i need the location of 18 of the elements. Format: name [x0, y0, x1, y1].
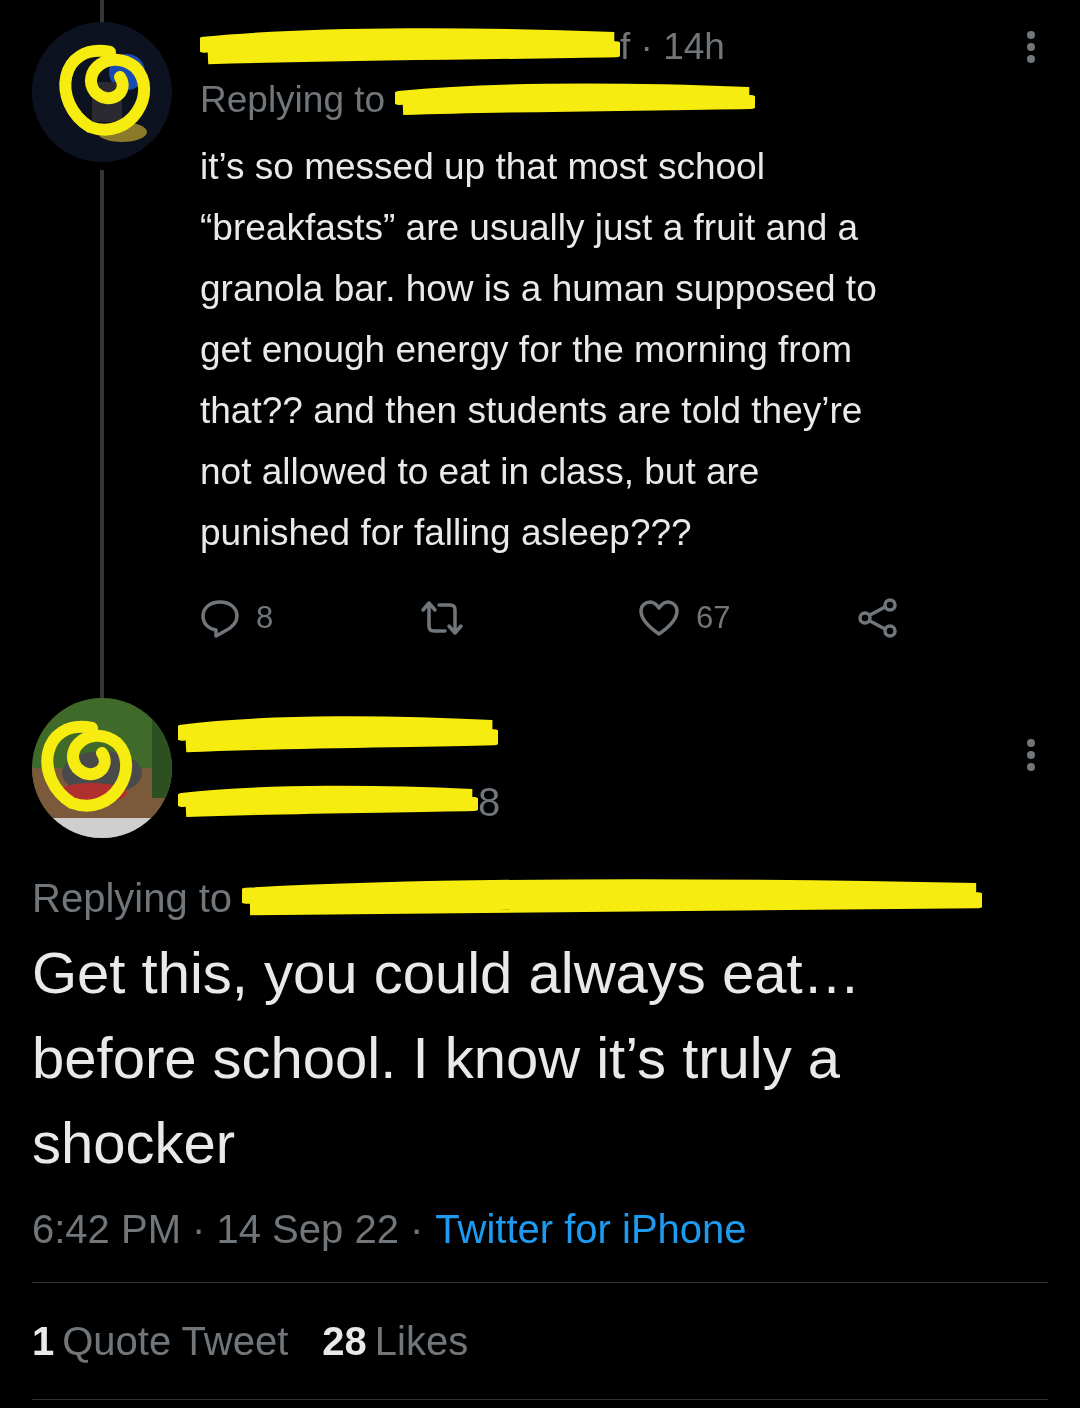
reply-count: 8	[256, 600, 274, 636]
tweet-text: Get this, you could always eat… before school. I know it’s truly a shocker	[32, 939, 862, 1177]
replying-to-label: Replying to	[200, 79, 386, 121]
retweet-icon[interactable]	[419, 600, 465, 636]
share-icon[interactable]	[857, 598, 899, 638]
more-options-icon[interactable]	[1026, 30, 1036, 64]
engagement-stat[interactable]: 1 Quote Tweet	[32, 1318, 289, 1364]
tweet-text: it’s so messed up that most school “breakfasts” are usually just a fruit and a granola bar. how is a human supposed to get enough energy for the morning from that?? and then students are told they’re not allowed to eat in class, but are punished for falling asleep???	[200, 145, 878, 555]
more-options-icon[interactable]	[1026, 738, 1036, 772]
tweet-timestamp: 6:42 PM · 14 Sep 22 ·	[32, 1207, 424, 1252]
tweet-time: f · 14h	[620, 26, 725, 68]
source-link[interactable]: Twitter for iPhone	[435, 1207, 747, 1252]
user-handle: 8	[478, 779, 501, 825]
reply-icon[interactable]	[200, 598, 240, 638]
like-count: 67	[696, 600, 731, 636]
heart-icon[interactable]	[638, 599, 680, 637]
engagement-stat[interactable]: 28 Likes	[322, 1318, 469, 1364]
replying-to-label: Replying to	[32, 875, 233, 921]
